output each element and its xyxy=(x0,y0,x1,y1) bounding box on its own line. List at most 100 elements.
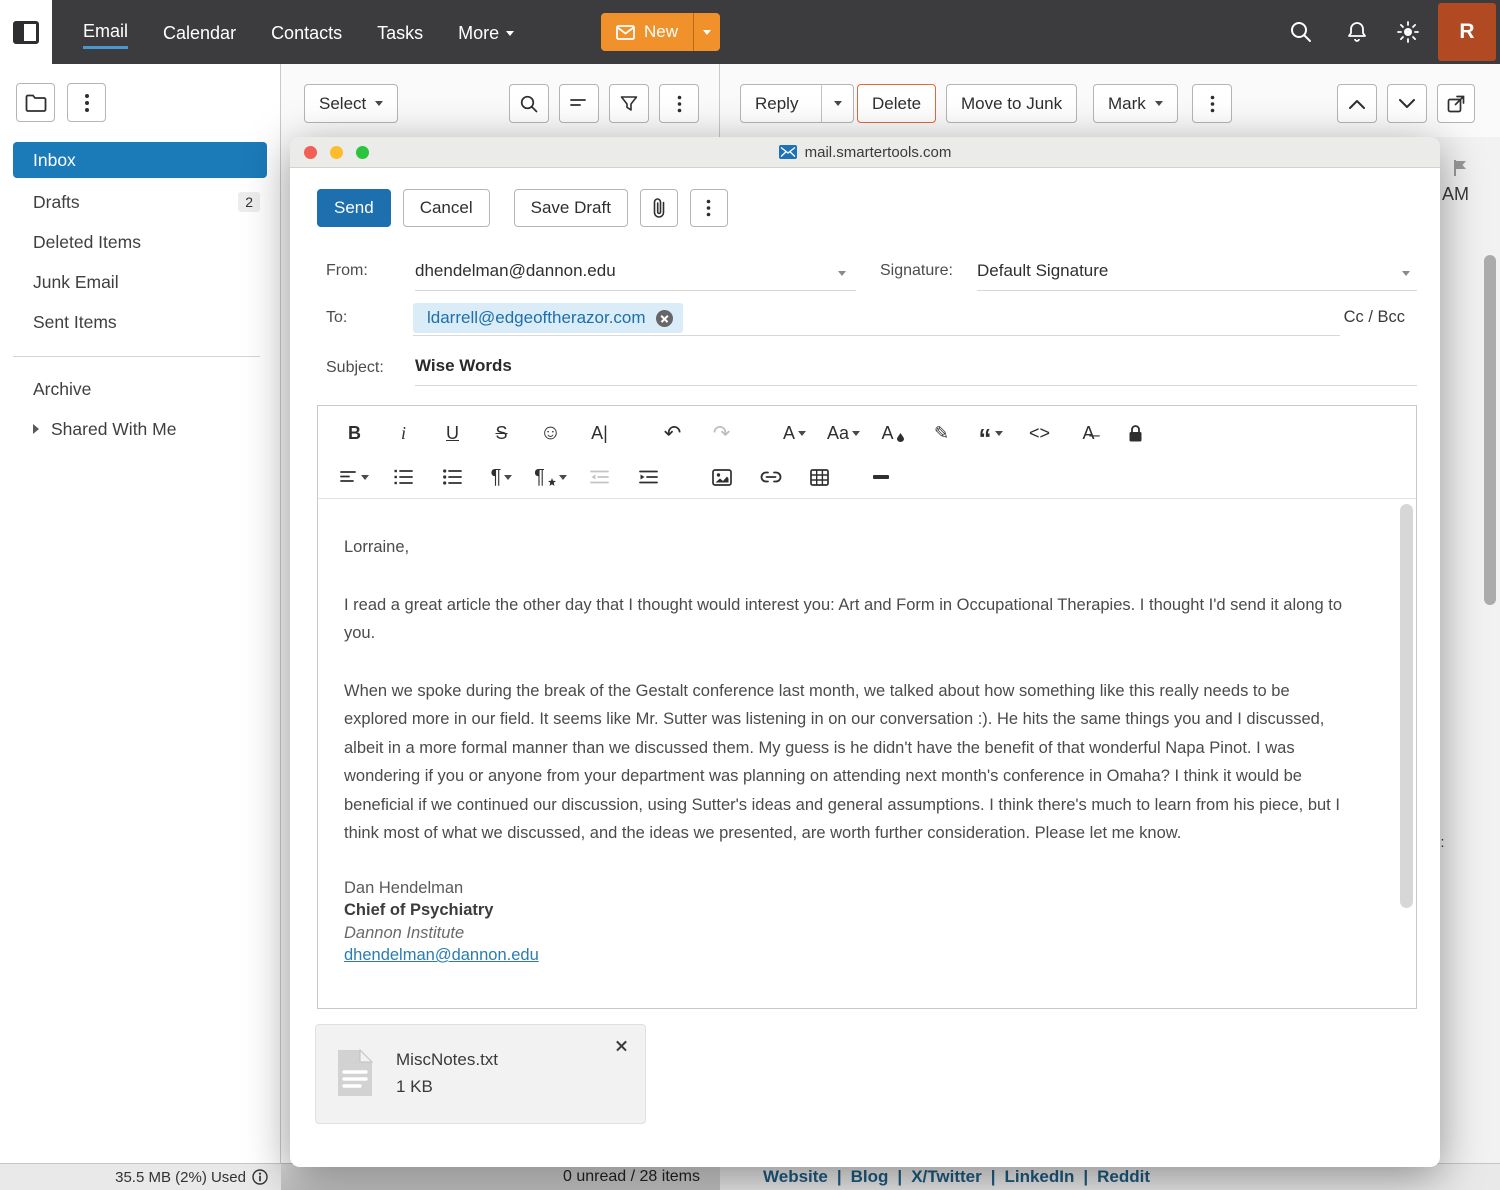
nav-contacts[interactable]: Contacts xyxy=(271,17,342,48)
nav-more[interactable]: More xyxy=(458,17,514,48)
footer-link-website[interactable]: Website xyxy=(763,1167,828,1187)
window-minimize-button[interactable] xyxy=(330,146,343,159)
cc-bcc-toggle[interactable]: Cc / Bcc xyxy=(1344,308,1405,327)
list-more-button[interactable] xyxy=(659,84,699,123)
strikethrough-button[interactable]: S xyxy=(477,416,526,450)
move-to-junk-button[interactable]: Move to Junk xyxy=(946,84,1077,123)
attachment-name: MiscNotes.txt xyxy=(396,1050,498,1070)
reply-button[interactable]: Reply xyxy=(740,84,854,123)
footer-link-twitter[interactable]: X/Twitter xyxy=(911,1167,982,1187)
page-scrollbar-thumb[interactable] xyxy=(1484,255,1496,605)
lock-button[interactable] xyxy=(1113,416,1157,450)
delete-button[interactable]: Delete xyxy=(857,84,936,123)
sort-button[interactable] xyxy=(559,84,599,123)
filter-button[interactable] xyxy=(609,84,649,123)
sidebar-item-drafts[interactable]: Drafts2 xyxy=(0,182,280,222)
align-button[interactable] xyxy=(330,460,379,494)
new-button-main[interactable]: New xyxy=(601,13,693,51)
paragraph-style-button[interactable]: ¶ xyxy=(526,460,575,494)
notifications-button[interactable] xyxy=(1335,10,1379,54)
window-zoom-button[interactable] xyxy=(356,146,369,159)
italic-button[interactable]: i xyxy=(379,416,428,450)
insert-image-button[interactable] xyxy=(697,460,746,494)
sidebar-item-shared-with-me[interactable]: Shared With Me xyxy=(0,409,280,449)
next-message-button[interactable] xyxy=(1387,84,1427,123)
caret-down-icon xyxy=(798,431,806,436)
text-case-button[interactable]: Aa xyxy=(819,416,868,450)
send-button[interactable]: Send xyxy=(317,189,391,227)
highlight-button[interactable]: ✎ xyxy=(917,416,966,450)
window-close-button[interactable] xyxy=(304,146,317,159)
folder-label: Shared With Me xyxy=(51,419,176,440)
nav-calendar[interactable]: Calendar xyxy=(163,17,236,48)
delete-label: Delete xyxy=(872,94,921,114)
undo-button[interactable]: ↶ xyxy=(648,416,697,450)
filter-icon xyxy=(620,95,638,113)
indent-button[interactable] xyxy=(624,460,673,494)
paragraph-format-button[interactable]: ¶ xyxy=(477,460,526,494)
caret-down-icon xyxy=(1155,101,1163,106)
to-label: To: xyxy=(326,309,347,327)
caret-down-icon xyxy=(375,101,383,106)
code-view-button[interactable]: <> xyxy=(1015,416,1064,450)
insert-link-button[interactable] xyxy=(746,460,795,494)
footer-link-blog[interactable]: Blog xyxy=(851,1167,889,1187)
compose-actions: Send Cancel Save Draft xyxy=(317,189,728,227)
sidebar-toggle-icon[interactable] xyxy=(13,21,39,44)
save-draft-button[interactable]: Save Draft xyxy=(514,189,628,227)
mark-button[interactable]: Mark xyxy=(1093,84,1178,123)
blockquote-button[interactable]: “ xyxy=(966,416,1015,450)
message-body[interactable]: Lorraine, I read a great article the oth… xyxy=(318,499,1416,1009)
info-icon[interactable] xyxy=(252,1169,268,1185)
reply-dropdown[interactable] xyxy=(821,85,853,122)
caret-down-icon xyxy=(834,101,842,106)
compose-more-button[interactable] xyxy=(690,189,728,227)
bullet-list-button[interactable] xyxy=(428,460,477,494)
font-color-button[interactable]: A xyxy=(868,416,917,450)
user-avatar[interactable]: R xyxy=(1438,3,1496,61)
new-button-label: New xyxy=(644,22,678,42)
paragraph-icon: ¶ xyxy=(491,466,502,489)
horizontal-rule-button[interactable] xyxy=(856,460,905,494)
message-more-button[interactable] xyxy=(1192,84,1232,123)
flag-icon[interactable] xyxy=(1451,158,1471,178)
attach-file-button[interactable] xyxy=(640,189,678,227)
search-messages-button[interactable] xyxy=(509,84,549,123)
sidebar-item-archive[interactable]: Archive xyxy=(0,369,280,409)
sidebar-item-deleted-items[interactable]: Deleted Items xyxy=(0,222,280,262)
remove-attachment-icon[interactable] xyxy=(613,1037,631,1055)
footer-link-linkedin[interactable]: LinkedIn xyxy=(1004,1167,1074,1187)
new-button[interactable]: New xyxy=(601,13,720,51)
paragraph-icon: ¶ xyxy=(534,466,545,489)
redo-button[interactable]: ↷ xyxy=(697,416,746,450)
font-button[interactable]: A| xyxy=(575,416,624,450)
attachment-card[interactable]: MiscNotes.txt 1 KB xyxy=(315,1024,646,1124)
open-in-new-window-button[interactable] xyxy=(1437,84,1475,123)
nav-email[interactable]: Email xyxy=(83,15,128,49)
theme-button[interactable] xyxy=(1386,10,1430,54)
emoji-button[interactable]: ☺ xyxy=(526,416,575,450)
new-folder-button[interactable] xyxy=(16,83,55,122)
search-button[interactable] xyxy=(1279,10,1323,54)
bold-button[interactable]: B xyxy=(330,416,379,450)
folder-options-button[interactable] xyxy=(67,83,106,122)
clear-formatting-button[interactable]: A̶ xyxy=(1064,416,1113,450)
sidebar-item-junk-email[interactable]: Junk Email xyxy=(0,262,280,302)
font-size-button[interactable]: A xyxy=(770,416,819,450)
select-button[interactable]: Select xyxy=(304,84,398,123)
sidebar-item-sent-items[interactable]: Sent Items xyxy=(0,302,280,342)
cancel-button[interactable]: Cancel xyxy=(403,189,490,227)
previous-message-button[interactable] xyxy=(1337,84,1377,123)
footer-link-reddit[interactable]: Reddit xyxy=(1097,1167,1150,1187)
sidebar-item-inbox[interactable]: Inbox xyxy=(13,142,267,178)
insert-table-button[interactable] xyxy=(795,460,844,494)
paperclip-icon xyxy=(651,197,667,219)
signature-email-link[interactable]: dhendelman@dannon.edu xyxy=(344,946,539,964)
new-button-dropdown[interactable] xyxy=(693,13,720,51)
primary-nav: Email Calendar Contacts Tasks More xyxy=(83,0,514,64)
outdent-button[interactable] xyxy=(575,460,624,494)
ordered-list-button[interactable] xyxy=(379,460,428,494)
editor-scrollbar-thumb[interactable] xyxy=(1400,504,1413,908)
nav-tasks[interactable]: Tasks xyxy=(377,17,423,48)
underline-button[interactable]: U xyxy=(428,416,477,450)
